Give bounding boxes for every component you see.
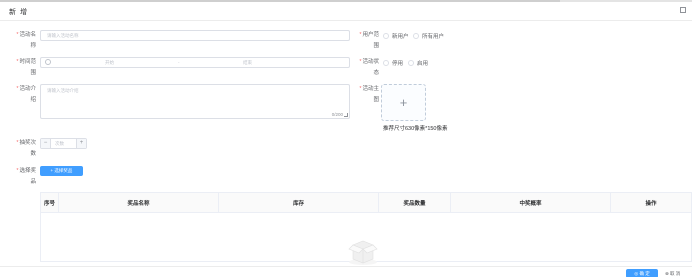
col-prize-quantity: 奖品数量 [379, 193, 451, 212]
col-prize-name: 奖品名称 [59, 193, 219, 212]
col-actions: 操作 [645, 200, 657, 207]
radio-disable[interactable]: 停用 [383, 59, 403, 67]
radio-new-user[interactable]: 新用户 [383, 32, 409, 40]
select-prize-label: *选择奖品 [16, 168, 36, 185]
radio-circle-icon [413, 33, 419, 39]
table-header: 序号 奖品名称 库存 奖品数量 中奖概率 操作 [41, 193, 691, 213]
radio-circle-icon [383, 33, 389, 39]
activity-intro-placeholder: 请输入活动介绍 [47, 88, 79, 93]
start-time-placeholder: 开始 [105, 60, 114, 65]
decrement-button[interactable]: − [41, 139, 51, 148]
radio-enable[interactable]: 启用 [408, 59, 428, 67]
time-range-label: *时间范围 [16, 59, 36, 76]
col-index: 序号 [41, 193, 59, 212]
activity-status-label: *活动状态 [359, 59, 379, 76]
char-counter: 0/200 [331, 112, 343, 117]
resize-handle-icon[interactable] [344, 113, 348, 117]
activity-intro-label: *活动介绍 [16, 86, 36, 103]
confirm-button[interactable]: ◎ 确 定 [626, 269, 658, 277]
activity-name-placeholder: 请输入活动名称 [47, 33, 79, 38]
maximize-icon[interactable] [680, 7, 686, 13]
draw-times-stepper[interactable]: − 次数 + [40, 138, 87, 149]
col-stock: 库存 [219, 193, 379, 212]
time-range-picker[interactable]: 开始 - 结束 [40, 57, 350, 68]
footer-divider [0, 266, 692, 267]
end-time-placeholder: 结束 [243, 60, 252, 65]
user-scope-label: *用户范围 [359, 32, 379, 49]
plus-icon: + [399, 95, 408, 110]
draw-times-placeholder: 次数 [55, 141, 64, 146]
radio-circle-icon [408, 60, 414, 66]
upload-size-tip: 推荐尺寸630像素*150像素 [383, 126, 448, 132]
col-win-rate: 中奖概率 [451, 193, 611, 212]
image-upload[interactable]: + [381, 84, 426, 121]
dialog-title: 新 增 [9, 9, 28, 16]
cancel-button[interactable]: ⊗ 取 消 [665, 269, 692, 277]
empty-box-icon [348, 240, 378, 265]
activity-name-label: *活动名称 [16, 32, 36, 49]
draw-times-label: *抽奖次数 [16, 140, 36, 157]
clock-icon [45, 59, 51, 65]
top-progress-bar [0, 0, 692, 2]
header-divider [0, 20, 692, 21]
activity-banner-label: *活动主图 [359, 86, 379, 103]
select-prize-button[interactable]: + 选择奖品 [40, 166, 83, 176]
radio-circle-icon [383, 60, 389, 66]
activity-intro-textarea[interactable]: 请输入活动介绍 0/200 [40, 84, 350, 119]
range-separator: - [178, 60, 180, 65]
increment-button[interactable]: + [76, 139, 86, 148]
radio-all-users[interactable]: 所有用户 [413, 32, 444, 40]
activity-name-input[interactable]: 请输入活动名称 [40, 30, 350, 41]
